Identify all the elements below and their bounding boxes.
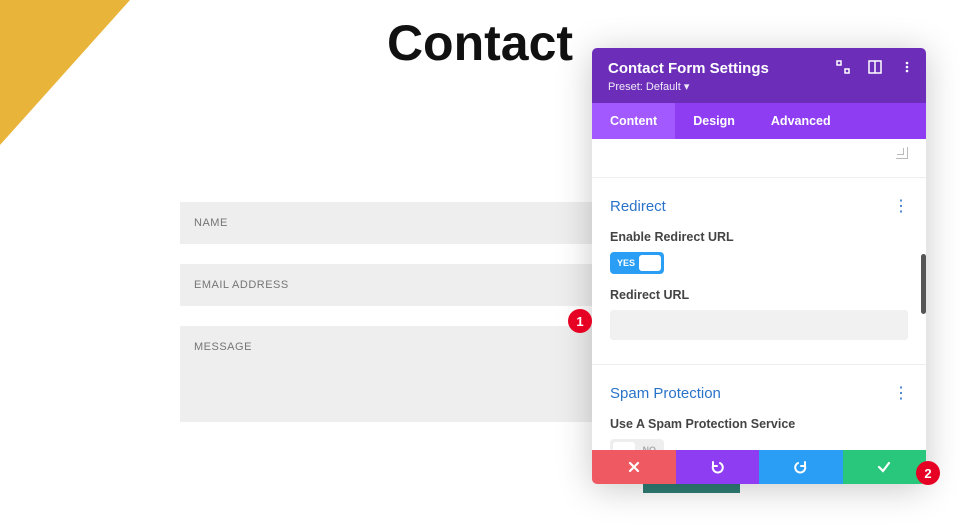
toggle-yes-label: YES	[617, 258, 635, 268]
panel-preset[interactable]: Preset: Default ▾	[608, 80, 910, 93]
section-spam: Spam Protection ⋮ Use A Spam Protection …	[592, 364, 926, 450]
spam-service-toggle[interactable]: NO	[610, 439, 664, 450]
callout-2: 2	[916, 461, 940, 485]
undo-button[interactable]	[676, 450, 760, 484]
panel-header-icons	[836, 60, 914, 74]
discard-button[interactable]	[592, 450, 676, 484]
spam-more-icon[interactable]: ⋮	[893, 383, 908, 403]
callout-1: 1	[568, 309, 592, 333]
redirect-title: Redirect	[610, 198, 666, 215]
snap-icon[interactable]	[868, 60, 882, 74]
enable-redirect-label: Enable Redirect URL	[610, 230, 908, 244]
redirect-url-label: Redirect URL	[610, 288, 908, 302]
panel-body[interactable]: Redirect ⋮ Enable Redirect URL YES Redir…	[592, 139, 926, 450]
enable-redirect-toggle[interactable]: YES	[610, 252, 664, 274]
redo-button[interactable]	[759, 450, 843, 484]
redirect-more-icon[interactable]: ⋮	[893, 196, 908, 216]
page-title: Contact	[387, 14, 573, 72]
tab-design[interactable]: Design	[675, 103, 753, 139]
scrollbar-thumb[interactable]	[921, 254, 926, 314]
spam-title: Spam Protection	[610, 385, 721, 402]
panel-footer	[592, 450, 926, 484]
tab-content[interactable]: Content	[592, 103, 675, 139]
more-icon[interactable]	[900, 60, 914, 74]
section-redirect: Redirect ⋮ Enable Redirect URL YES Redir…	[592, 177, 926, 346]
preset-value: Default	[646, 81, 681, 93]
toggle-knob	[613, 442, 635, 450]
redirect-url-input[interactable]	[610, 310, 908, 340]
spam-service-label: Use A Spam Protection Service	[610, 417, 908, 431]
prev-section-resize-icon[interactable]	[896, 147, 908, 159]
panel-tabs: Content Design Advanced	[592, 103, 926, 139]
tab-advanced[interactable]: Advanced	[753, 103, 849, 139]
toggle-knob	[639, 255, 661, 271]
panel-header[interactable]: Contact Form Settings Preset: Default ▾	[592, 48, 926, 103]
settings-panel: Contact Form Settings Preset: Default ▾ …	[592, 48, 926, 484]
expand-icon[interactable]	[836, 60, 850, 74]
preset-prefix: Preset:	[608, 81, 646, 93]
chevron-down-icon: ▾	[681, 81, 690, 93]
toggle-no-label: NO	[643, 445, 657, 450]
save-button[interactable]	[843, 450, 927, 484]
